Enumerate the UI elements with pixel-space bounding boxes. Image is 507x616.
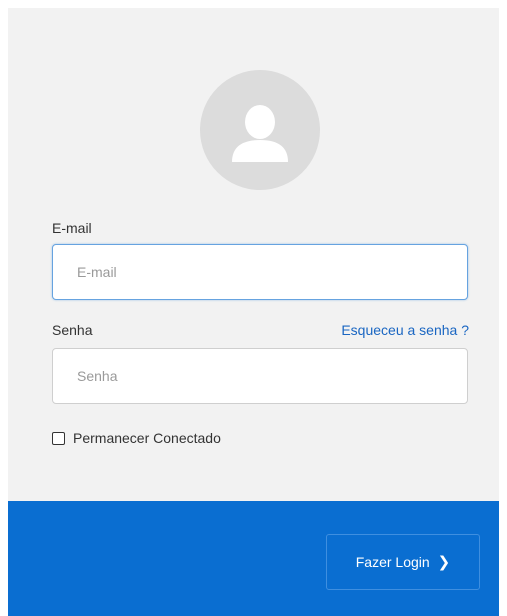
password-field[interactable]: [52, 348, 468, 404]
remember-me-label: Permanecer Conectado: [73, 430, 221, 446]
footer-bar: Fazer Login ❯: [8, 501, 499, 616]
email-label: E-mail: [52, 220, 92, 236]
user-icon: [232, 105, 288, 162]
forgot-password-link[interactable]: Esqueceu a senha ?: [341, 322, 469, 338]
avatar: [200, 70, 320, 190]
chevron-right-icon: ❯: [437, 554, 451, 571]
login-button[interactable]: Fazer Login ❯: [326, 534, 480, 590]
remember-me-checkbox[interactable]: Permanecer Conectado: [52, 430, 221, 446]
login-panel: E-mail Senha Esqueceu a senha ? Permanec…: [8, 8, 499, 616]
checkbox-box[interactable]: [52, 431, 65, 445]
password-label: Senha: [52, 322, 93, 338]
email-field[interactable]: [52, 244, 468, 300]
login-button-label: Fazer Login: [355, 554, 430, 570]
